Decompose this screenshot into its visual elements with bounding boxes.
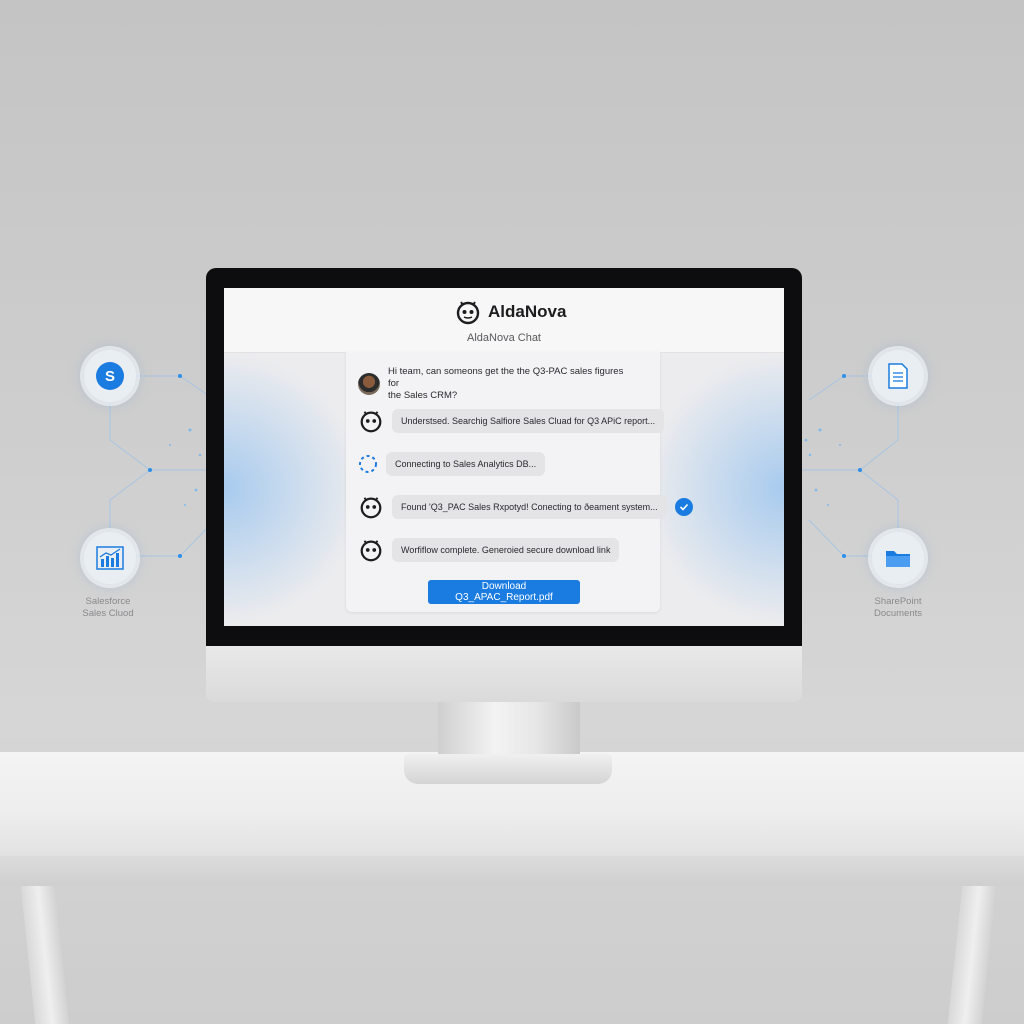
folder-icon <box>886 551 910 567</box>
download-report-button[interactable]: Download Q3_APAC_Report.pdf <box>428 580 580 604</box>
document-node[interactable] <box>872 350 924 402</box>
user-avatar <box>358 373 380 395</box>
loading-spinner-icon <box>359 455 377 473</box>
analytics-node[interactable] <box>84 532 136 584</box>
robot-logo-icon <box>456 301 480 325</box>
scene: S Salesforce Sales Cluod SharePoint Docu… <box>0 0 1024 1024</box>
sharepoint-label: SharePoint Documents <box>838 596 958 620</box>
app-name: AldaNova <box>488 302 567 321</box>
document-icon <box>888 363 908 389</box>
salesforce-label-line2: Sales Cluod <box>82 608 134 619</box>
robot-icon <box>360 411 382 433</box>
message-user: Hi team, can someons get the the Q3-PAC … <box>358 366 628 402</box>
user-message-text: Hi team, can someons get the the Q3-PAC … <box>388 366 628 402</box>
app-subtitle: AldaNova Chat <box>467 332 541 344</box>
user-message-line1: Hi team, can someons get the the Q3-PAC … <box>388 366 624 389</box>
salesforce-node[interactable]: S <box>84 350 136 402</box>
chat-panel: Hi team, can someons get the the Q3-PAC … <box>346 352 693 612</box>
bot-message-bubble: Found 'Q3_PAC Sales Rxpotyd! Conecting t… <box>392 495 667 519</box>
app-header: AldaNova AldaNova Chat <box>224 288 784 353</box>
screen: AldaNova AldaNova Chat Hi team, can some… <box>224 288 784 626</box>
message-bot-3: Worfiflow complete. Generoied secure dow… <box>358 537 620 563</box>
salesforce-label: Salesforce Sales Cluod <box>48 596 168 620</box>
message-bot-2: Found 'Q3_PAC Sales Rxpotyd! Conecting t… <box>358 494 693 520</box>
robot-icon <box>360 540 382 562</box>
bot-message-bubble: Understsed. Searchig Salfiore Sales Clua… <box>392 409 665 433</box>
message-system: Connecting to Sales Analytics DB... <box>358 452 546 476</box>
robot-icon <box>360 497 382 519</box>
bar-chart-icon <box>96 546 124 570</box>
check-icon <box>674 498 693 516</box>
bot-message-bubble: Worfiflow complete. Generoied secure dow… <box>392 538 620 562</box>
sharepoint-label-line2: Documents <box>873 608 923 619</box>
salesforce-s-icon: S <box>96 362 124 390</box>
monitor-chin <box>206 646 802 702</box>
sharepoint-node[interactable] <box>872 532 924 584</box>
message-bot-1: Understsed. Searchig Salfiore Sales Clua… <box>358 408 665 434</box>
user-message-line2: the Sales CRM? <box>388 390 458 401</box>
glow-left <box>224 352 364 626</box>
sharepoint-label-line1: SharePoint <box>874 596 922 607</box>
monitor-stand-neck <box>438 702 580 760</box>
system-message-bubble: Connecting to Sales Analytics DB... <box>386 452 546 476</box>
desk-edge <box>0 856 1024 886</box>
monitor-stand-foot <box>404 754 612 784</box>
brand: AldaNova <box>454 298 566 326</box>
glow-right <box>644 352 784 626</box>
salesforce-label-line1: Salesforce <box>85 596 131 607</box>
